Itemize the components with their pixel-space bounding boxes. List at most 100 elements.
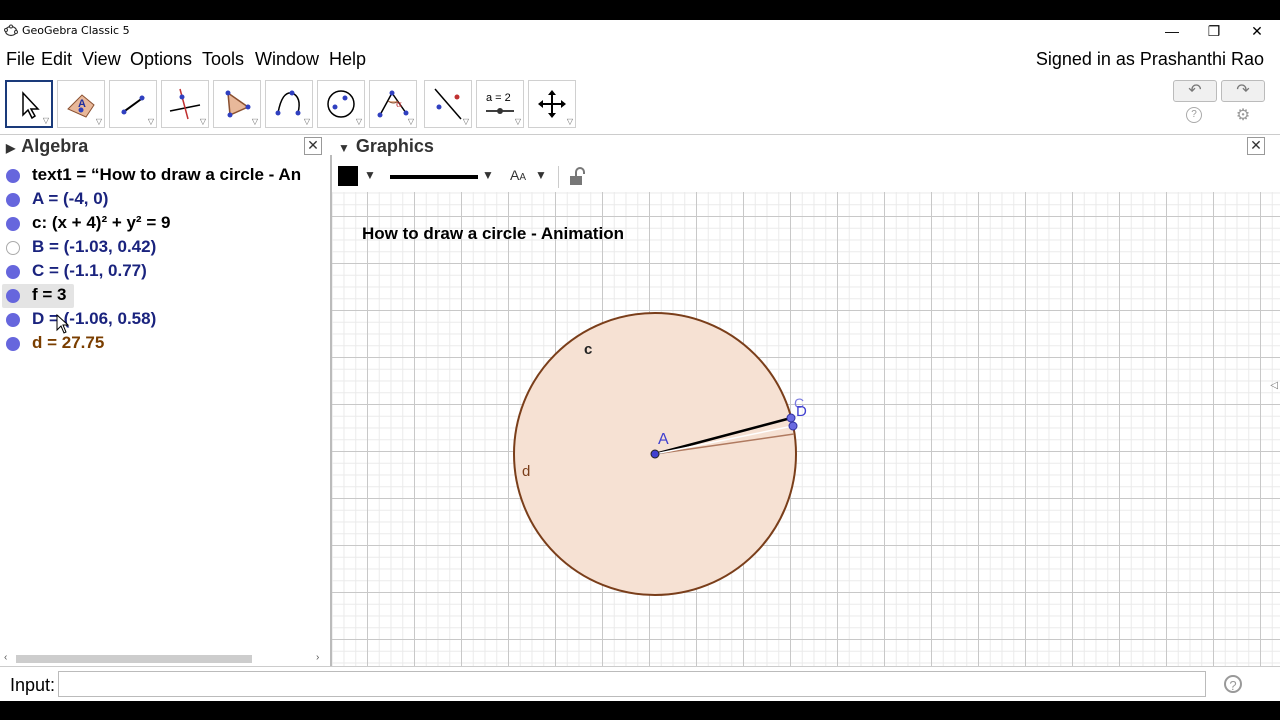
algebra-item[interactable]: D = (-1.06, 0.58): [0, 308, 330, 332]
settings-gear-icon[interactable]: ⚙: [1234, 105, 1252, 124]
algebra-item-selected[interactable]: f = 3: [0, 284, 330, 308]
visibility-toggle-icon[interactable]: [6, 313, 20, 327]
visibility-toggle-icon[interactable]: [6, 169, 20, 183]
slider-tool-button[interactable]: a = 2 ▽: [476, 80, 524, 128]
geogebra-app-icon: [4, 24, 18, 37]
algebra-item-text[interactable]: f = 3: [32, 285, 67, 305]
close-window-button[interactable]: ✕: [1237, 20, 1277, 42]
graphics-title: Graphics: [355, 136, 434, 156]
scroll-left-icon[interactable]: ‹: [4, 652, 7, 663]
move-graphics-tool-button[interactable]: ▽: [528, 80, 576, 128]
title-bar: GeoGebra Classic 5 — ❐ ✕: [0, 20, 1280, 42]
menu-edit[interactable]: Edit: [41, 49, 72, 70]
label-d: d: [522, 463, 530, 480]
color-dropdown-icon[interactable]: ▼: [364, 168, 376, 192]
side-panel-toggle-icon[interactable]: ◁: [1270, 380, 1278, 391]
perpendicular-tool-button[interactable]: ▽: [161, 80, 209, 128]
point-icon: A: [67, 94, 95, 118]
scrollbar-thumb[interactable]: [16, 655, 252, 663]
polygon-icon: [225, 90, 251, 118]
label-D: D: [796, 403, 807, 420]
visibility-toggle-icon[interactable]: [6, 337, 20, 351]
toolbar: ▽ A ▽ ▽ ▽ ▽ ▽ ▽ α ▽ ▽ a = 2 ▽ ▽ ↶ ↷ ? ⚙: [0, 76, 1280, 135]
input-label: Input:: [10, 675, 56, 695]
undo-button[interactable]: ↶: [1173, 80, 1217, 102]
circle-icon: [327, 90, 355, 118]
input-field[interactable]: [58, 671, 1206, 697]
input-bar: Input: ?: [0, 666, 1280, 701]
geometry-drawing: A c d C D: [513, 312, 807, 596]
scroll-right-icon[interactable]: ›: [316, 652, 319, 663]
algebra-item-text[interactable]: C = (-1.1, 0.77): [32, 261, 147, 281]
svg-text:α: α: [396, 100, 402, 110]
point-D[interactable]: [788, 421, 798, 431]
menu-window[interactable]: Window: [255, 49, 319, 70]
angle-icon: α: [377, 90, 409, 118]
move-arrows-icon: [538, 90, 566, 118]
collapse-triangle-icon[interactable]: ▶: [6, 141, 15, 155]
close-algebra-icon[interactable]: ✕: [304, 137, 322, 155]
ellipse-tool-button[interactable]: ▽: [317, 80, 365, 128]
algebra-item-text[interactable]: c: (x + 4)² + y² = 9: [32, 213, 170, 233]
line-style-dropdown-icon[interactable]: ▼: [482, 168, 494, 192]
polygon-tool-button[interactable]: ▽: [213, 80, 261, 128]
mouse-cursor-icon: [56, 314, 70, 334]
point-A[interactable]: [650, 449, 660, 459]
menu-view[interactable]: View: [82, 49, 121, 70]
graphics-panel-header: ▼ Graphics: [338, 136, 434, 160]
input-help-icon[interactable]: ?: [1224, 675, 1242, 693]
visibility-toggle-icon[interactable]: [6, 193, 20, 207]
algebra-item[interactable]: A = (-4, 0): [0, 188, 330, 212]
menu-file[interactable]: File: [6, 49, 35, 70]
minimize-button[interactable]: —: [1152, 20, 1192, 42]
algebra-item-text[interactable]: D = (-1.06, 0.58): [32, 309, 156, 329]
algebra-item[interactable]: c: (x + 4)² + y² = 9: [0, 212, 330, 236]
menu-help[interactable]: Help: [329, 49, 366, 70]
text-size-dropdown-icon[interactable]: ▼: [535, 168, 547, 192]
algebra-item-text[interactable]: A = (-4, 0): [32, 189, 108, 209]
restore-button[interactable]: ❐: [1194, 20, 1234, 42]
algebra-item[interactable]: B = (-1.03, 0.42): [0, 236, 330, 260]
geogebra-window: GeoGebra Classic 5 — ❐ ✕ File Edit View …: [0, 20, 1280, 701]
menu-bar: File Edit View Options Tools Window Help…: [0, 44, 1280, 74]
algebra-item[interactable]: text1 = “How to draw a circle - An: [0, 164, 330, 188]
menu-options[interactable]: Options: [130, 49, 192, 70]
label-A: A: [658, 431, 669, 448]
visibility-toggle-icon[interactable]: [6, 265, 20, 279]
signed-in-label[interactable]: Signed in as Prashanthi Rao: [1036, 49, 1264, 70]
algebra-item[interactable]: C = (-1.1, 0.77): [0, 260, 330, 284]
reflect-tool-button[interactable]: ▽: [424, 80, 472, 128]
unlock-icon[interactable]: [568, 167, 588, 187]
stylebar-separator: [558, 166, 559, 188]
collapse-triangle-icon[interactable]: ▼: [338, 141, 350, 155]
angle-tool-button[interactable]: α ▽: [369, 80, 417, 128]
visibility-toggle-icon[interactable]: [6, 217, 20, 231]
point-tool-button[interactable]: A ▽: [57, 80, 105, 128]
line-icon: [121, 95, 145, 115]
slider-icon: a = 2: [486, 92, 514, 114]
line-tool-button[interactable]: ▽: [109, 80, 157, 128]
visibility-toggle-icon[interactable]: [6, 289, 20, 303]
point-C[interactable]: [786, 413, 796, 423]
line-style-preview[interactable]: [390, 175, 478, 179]
color-swatch[interactable]: [338, 166, 358, 186]
algebra-panel-header: ▶ Algebra: [6, 136, 88, 160]
text-size-icon[interactable]: AA: [510, 167, 526, 191]
svg-text:a = 2: a = 2: [486, 92, 511, 104]
algebra-item-text[interactable]: B = (-1.03, 0.42): [32, 237, 156, 257]
algebra-horizontal-scrollbar[interactable]: ‹ ›: [0, 652, 330, 666]
graphics-canvas[interactable]: How to draw a circle - Animation A c d C…: [332, 192, 1280, 686]
menu-tools[interactable]: Tools: [202, 49, 244, 70]
move-tool-button[interactable]: ▽: [5, 80, 53, 128]
window-title: GeoGebra Classic 5: [22, 24, 130, 37]
arc-icon: [275, 90, 301, 116]
algebra-item[interactable]: d = 27.75: [0, 332, 330, 356]
close-graphics-icon[interactable]: ✕: [1247, 137, 1265, 155]
redo-button[interactable]: ↷: [1221, 80, 1265, 102]
help-icon[interactable]: ?: [1186, 107, 1202, 123]
algebra-item-text[interactable]: text1 = “How to draw a circle - An: [32, 165, 301, 185]
algebra-item-text[interactable]: d = 27.75: [32, 333, 104, 353]
label-c: c: [584, 341, 592, 358]
circle-tool-button[interactable]: ▽: [265, 80, 313, 128]
visibility-toggle-icon[interactable]: [6, 241, 20, 255]
